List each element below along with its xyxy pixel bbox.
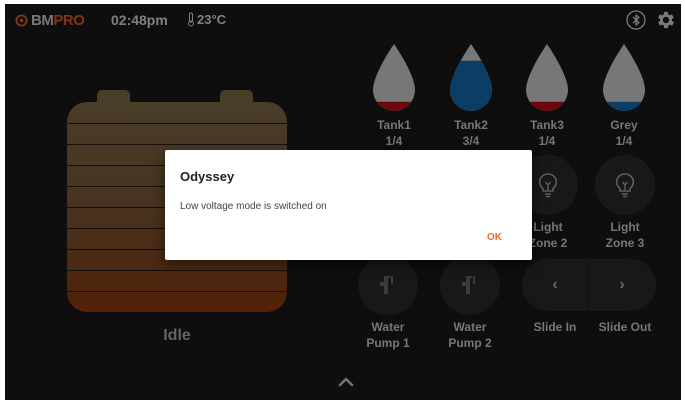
alert-dialog: Odyssey Low voltage mode is switched on …	[165, 150, 532, 260]
ok-button[interactable]: OK	[487, 232, 502, 243]
dialog-title: Odyssey	[180, 169, 235, 184]
dialog-message: Low voltage mode is switched on	[180, 201, 327, 212]
app-screen: BM PRO 02:48pm 23°C Idle Tank1 1/4 Tank2…	[5, 4, 681, 400]
